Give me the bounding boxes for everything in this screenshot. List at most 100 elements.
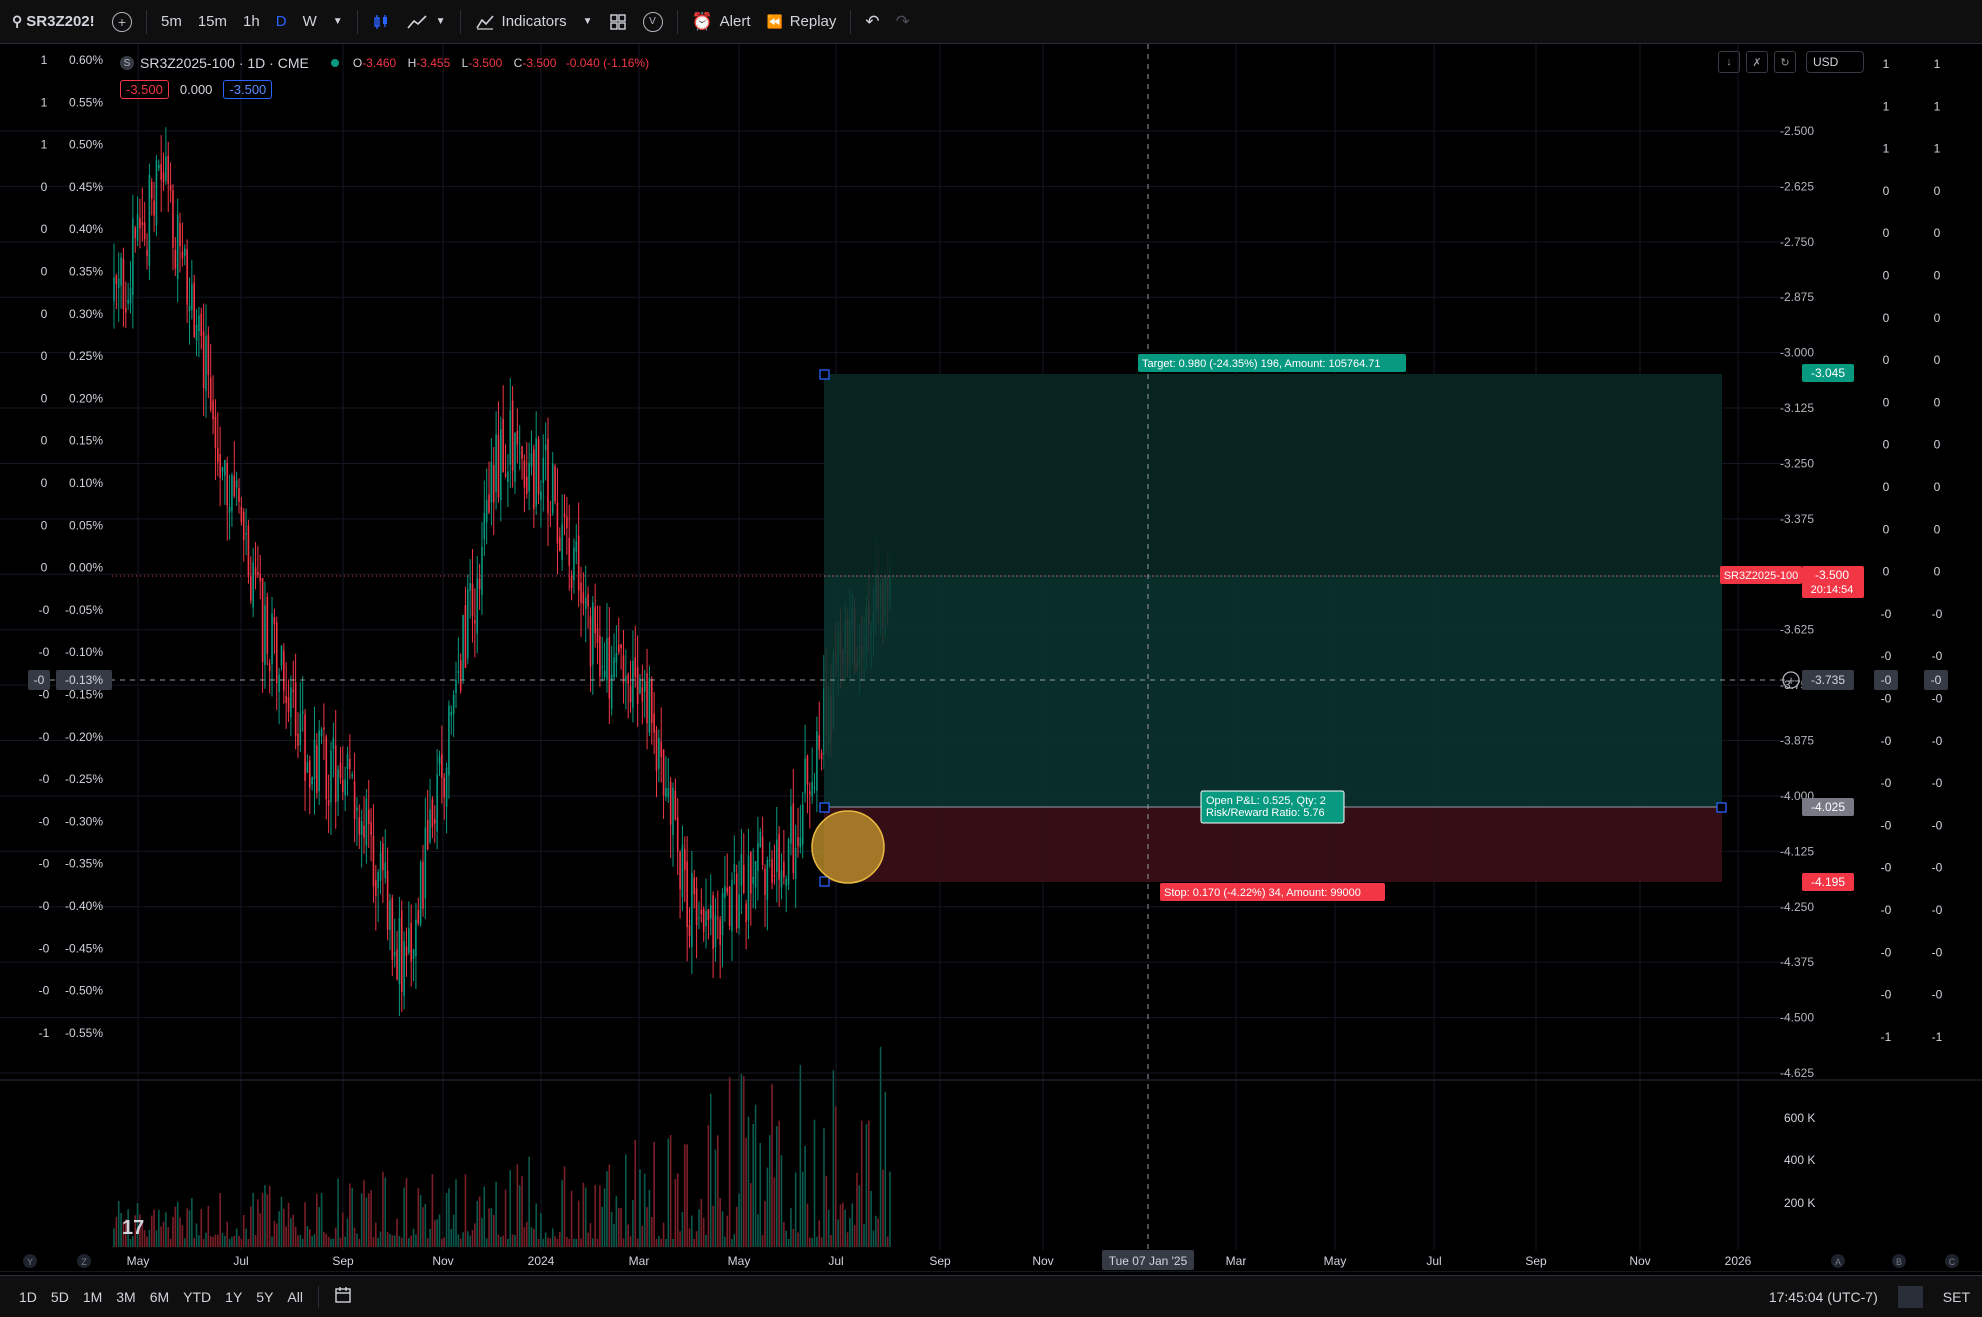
candle-body xyxy=(563,513,566,517)
candle-body xyxy=(275,622,278,684)
volume-bar xyxy=(551,1228,554,1247)
candle-body xyxy=(242,511,245,541)
volume-bar xyxy=(544,1232,547,1247)
candle-body xyxy=(750,852,752,894)
candle-body xyxy=(613,657,615,678)
session-button[interactable]: SET xyxy=(1931,1289,1982,1305)
candle-body xyxy=(351,774,354,777)
market-status-dot[interactable] xyxy=(330,59,339,67)
interval-w[interactable]: W xyxy=(295,0,325,44)
volume-bar xyxy=(176,1201,179,1247)
volume-bar xyxy=(575,1238,578,1247)
candle-body xyxy=(341,780,344,793)
volume-bar xyxy=(455,1179,457,1247)
range-5d[interactable]: 5D xyxy=(44,1289,76,1305)
volume-bar xyxy=(207,1205,210,1247)
chart-area[interactable]: Target: 0.980 (-24.35%) 196, Amount: 105… xyxy=(0,44,1982,1272)
candle-body xyxy=(768,859,771,861)
indicators-button[interactable]: Indicators xyxy=(467,0,575,44)
candle-body xyxy=(202,331,205,389)
interval-15m[interactable]: 15m xyxy=(190,0,235,44)
indicators-dropdown[interactable]: ▼ xyxy=(575,0,601,44)
interval-dropdown[interactable]: ▼ xyxy=(325,0,351,44)
legend-title[interactable]: SR3Z2025-100 · 1D · CME xyxy=(140,55,309,71)
candles-button[interactable] xyxy=(364,0,398,44)
clock[interactable]: 17:45:04 (UTC-7) xyxy=(1757,1289,1890,1305)
candle-body xyxy=(558,537,561,552)
range-1d[interactable]: 1D xyxy=(12,1289,44,1305)
symbol-search[interactable]: ⚲ SR3Z202! xyxy=(0,0,104,44)
left-axis-a: 0 xyxy=(41,349,48,363)
interval-5m[interactable]: 5m xyxy=(153,0,190,44)
candle-body xyxy=(146,249,148,257)
volume-bar xyxy=(396,1218,398,1247)
compare-button[interactable]: + xyxy=(104,0,140,44)
candle-body xyxy=(790,806,792,844)
range-all[interactable]: All xyxy=(280,1289,310,1305)
candle-body xyxy=(686,861,688,928)
volume-bar xyxy=(285,1226,287,1247)
sell-button[interactable]: -3.500 xyxy=(120,80,169,99)
price-tick: -2.500 xyxy=(1780,124,1814,138)
candle-body xyxy=(721,892,724,936)
volume-bar xyxy=(360,1193,363,1247)
price-chart[interactable]: Target: 0.980 (-24.35%) 196, Amount: 105… xyxy=(0,44,1982,1272)
candle-body xyxy=(459,660,462,691)
volume-bar xyxy=(146,1236,148,1247)
candle-body xyxy=(158,164,160,169)
volume-bar xyxy=(349,1183,351,1247)
target-handle[interactable] xyxy=(819,369,830,380)
volume-bar xyxy=(443,1237,446,1247)
candle-body xyxy=(490,462,493,503)
range-6m[interactable]: 6M xyxy=(143,1289,176,1305)
entry-handle[interactable] xyxy=(819,802,830,813)
layouts-button[interactable] xyxy=(601,0,635,44)
currency-select[interactable]: USD xyxy=(1806,51,1864,73)
redo-button[interactable]: ↷ xyxy=(888,0,918,44)
range-ytd[interactable]: YTD xyxy=(176,1289,218,1305)
left-axis-a: 0 xyxy=(41,561,48,575)
width-handle[interactable] xyxy=(1716,802,1727,813)
collapse-icon[interactable]: ✗ xyxy=(1746,51,1768,73)
left-axis-b: 0.30% xyxy=(69,307,103,321)
candle-body xyxy=(655,729,658,771)
buy-button[interactable]: -3.500 xyxy=(223,80,273,99)
refresh-icon[interactable]: ↻ xyxy=(1774,51,1796,73)
v-button[interactable]: V xyxy=(635,0,671,44)
range-5y[interactable]: 5Y xyxy=(249,1289,280,1305)
volume-bar xyxy=(162,1221,165,1247)
candle-body xyxy=(646,673,648,724)
candle-body xyxy=(129,288,132,304)
range-1m[interactable]: 1M xyxy=(76,1289,109,1305)
undo-button[interactable]: ↶ xyxy=(857,0,887,44)
left-axis-a: 0 xyxy=(41,222,48,236)
highlight-circle[interactable] xyxy=(811,810,885,884)
candle-body xyxy=(726,887,729,893)
replay-button[interactable]: ⏪ Replay xyxy=(759,0,845,44)
stop-handle[interactable] xyxy=(819,876,830,887)
right-axis-col1: -0 xyxy=(1881,607,1892,621)
right-axis-col1: -0 xyxy=(1881,692,1892,706)
volume-bar xyxy=(860,1120,863,1247)
candle-body xyxy=(266,596,269,654)
volume-bar xyxy=(245,1228,247,1247)
line-chart-button[interactable]: ▼ xyxy=(398,0,454,44)
interval-1h[interactable]: 1h xyxy=(235,0,268,44)
range-1y[interactable]: 1Y xyxy=(218,1289,249,1305)
alert-button[interactable]: ⏰ Alert xyxy=(684,0,759,44)
right-axis-col2: 0 xyxy=(1934,480,1941,494)
go-to-date-button[interactable] xyxy=(327,1286,359,1307)
left-axis-b: 0.35% xyxy=(69,265,103,279)
volume-bar xyxy=(172,1216,174,1247)
open-value: -3.460 xyxy=(362,56,397,70)
volume-bar xyxy=(516,1164,519,1247)
candle-body xyxy=(115,275,118,285)
volume-bar xyxy=(330,1238,332,1247)
volume-bar xyxy=(363,1180,365,1247)
range-3m[interactable]: 3M xyxy=(109,1289,142,1305)
left-axis-b: -0.40% xyxy=(65,899,103,913)
volume-bar xyxy=(478,1196,481,1247)
arrow-down-icon[interactable]: ↓ xyxy=(1718,51,1740,73)
interval-d[interactable]: D xyxy=(268,0,295,44)
candle-body xyxy=(811,781,813,797)
